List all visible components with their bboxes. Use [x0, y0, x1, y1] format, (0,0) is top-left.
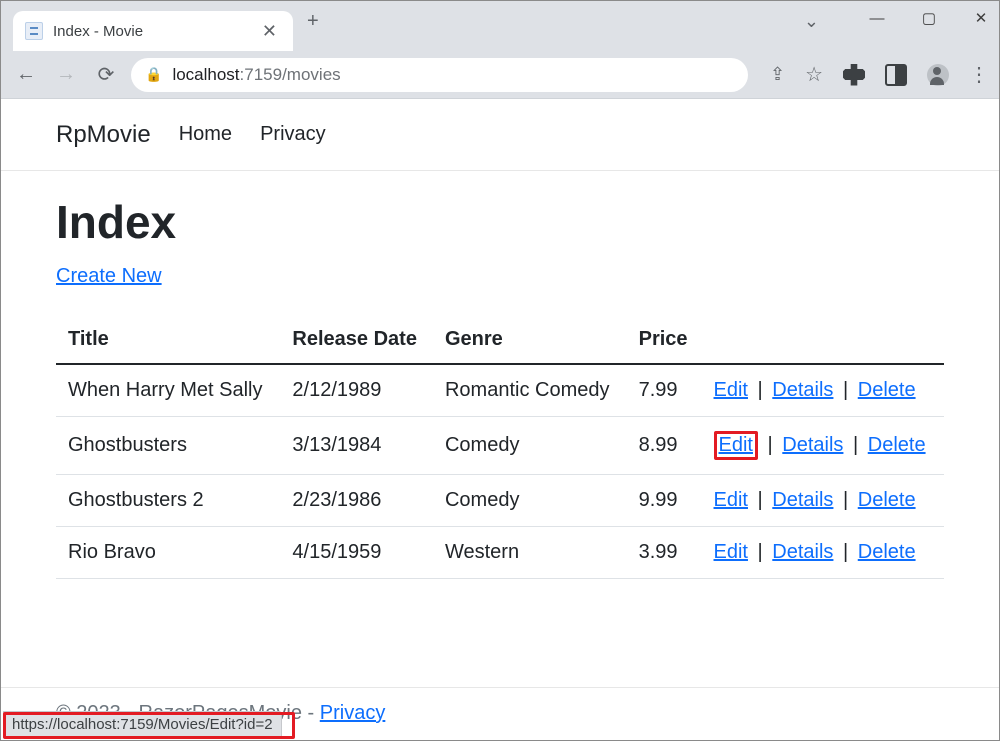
details-link[interactable]: Details: [782, 434, 843, 456]
table-row: Ghostbusters3/13/1984Comedy8.99Edit | De…: [56, 417, 944, 475]
cell-price: 9.99: [627, 475, 702, 527]
edit-link[interactable]: Edit: [719, 434, 753, 456]
edit-link[interactable]: Edit: [714, 541, 748, 563]
cell-release: 2/23/1986: [280, 475, 433, 527]
cell-actions: Edit | Details | Delete: [702, 364, 944, 417]
col-price: Price: [627, 316, 702, 364]
chevron-down-icon[interactable]: ⌄: [804, 11, 819, 32]
cell-release: 4/15/1959: [280, 527, 433, 579]
window-close-icon[interactable]: ✕: [969, 9, 993, 27]
delete-link[interactable]: Delete: [868, 434, 926, 456]
details-link[interactable]: Details: [772, 379, 833, 401]
share-icon[interactable]: ⇪: [770, 64, 785, 85]
col-actions: [702, 316, 944, 364]
url-path: :7159/movies: [240, 65, 341, 84]
create-new-link[interactable]: Create New: [56, 265, 162, 287]
table-row: Rio Bravo4/15/1959Western3.99Edit | Deta…: [56, 527, 944, 579]
col-title: Title: [56, 316, 280, 364]
cell-genre: Western: [433, 527, 627, 579]
cell-title: Ghostbusters 2: [56, 475, 280, 527]
tab-close-icon[interactable]: ✕: [258, 21, 281, 42]
cell-release: 3/13/1984: [280, 417, 433, 475]
cell-title: Ghostbusters: [56, 417, 280, 475]
cell-actions: Edit | Details | Delete: [702, 417, 944, 475]
cell-genre: Comedy: [433, 417, 627, 475]
movies-table: Title Release Date Genre Price When Harr…: [56, 316, 944, 579]
window-maximize-icon[interactable]: ▢: [917, 9, 941, 27]
back-button[interactable]: ←: [11, 60, 41, 90]
col-genre: Genre: [433, 316, 627, 364]
url-host: localhost: [172, 65, 239, 84]
delete-link[interactable]: Delete: [858, 489, 916, 511]
browser-toolbar: ← → ⟳ 🔒 localhost:7159/movies ⇪ ☆ ⋮: [1, 51, 999, 99]
col-release: Release Date: [280, 316, 433, 364]
cell-title: Rio Bravo: [56, 527, 280, 579]
sidepanel-icon[interactable]: [885, 64, 907, 86]
bookmark-star-icon[interactable]: ☆: [805, 62, 823, 87]
tab-title: Index - Movie: [53, 23, 248, 40]
cell-actions: Edit | Details | Delete: [702, 527, 944, 579]
brand-link[interactable]: RpMovie: [56, 121, 151, 149]
edit-link[interactable]: Edit: [714, 489, 748, 511]
cell-genre: Comedy: [433, 475, 627, 527]
cell-actions: Edit | Details | Delete: [702, 475, 944, 527]
edit-link[interactable]: Edit: [714, 379, 748, 401]
cell-price: 8.99: [627, 417, 702, 475]
table-row: Ghostbusters 22/23/1986Comedy9.99Edit | …: [56, 475, 944, 527]
cell-price: 7.99: [627, 364, 702, 417]
nav-home[interactable]: Home: [179, 123, 232, 146]
favicon-icon: [25, 22, 43, 40]
cell-release: 2/12/1989: [280, 364, 433, 417]
window-minimize-icon[interactable]: —: [865, 10, 889, 27]
lock-icon: 🔒: [145, 66, 162, 83]
menu-kebab-icon[interactable]: ⋮: [969, 62, 989, 87]
browser-status-bar: https://localhost:7159/Movies/Edit?id=2: [3, 711, 282, 738]
forward-button[interactable]: →: [51, 60, 81, 90]
page-content: RpMovie Home Privacy Index Create New Ti…: [1, 99, 999, 579]
cell-price: 3.99: [627, 527, 702, 579]
extensions-icon[interactable]: [843, 64, 865, 86]
new-tab-button[interactable]: +: [307, 10, 319, 33]
delete-link[interactable]: Delete: [858, 541, 916, 563]
details-link[interactable]: Details: [772, 489, 833, 511]
site-navbar: RpMovie Home Privacy: [1, 99, 999, 171]
table-row: When Harry Met Sally2/12/1989Romantic Co…: [56, 364, 944, 417]
footer-privacy-link[interactable]: Privacy: [320, 702, 386, 724]
address-bar[interactable]: 🔒 localhost:7159/movies: [131, 58, 748, 92]
delete-link[interactable]: Delete: [858, 379, 916, 401]
cell-genre: Romantic Comedy: [433, 364, 627, 417]
page-title: Index: [56, 195, 944, 249]
nav-privacy[interactable]: Privacy: [260, 123, 326, 146]
reload-button[interactable]: ⟳: [91, 60, 121, 90]
details-link[interactable]: Details: [772, 541, 833, 563]
profile-avatar-icon[interactable]: [927, 64, 949, 86]
browser-titlebar: ⌄ — ▢ ✕ Index - Movie ✕ +: [1, 1, 999, 51]
cell-title: When Harry Met Sally: [56, 364, 280, 417]
browser-tab[interactable]: Index - Movie ✕: [13, 11, 293, 51]
